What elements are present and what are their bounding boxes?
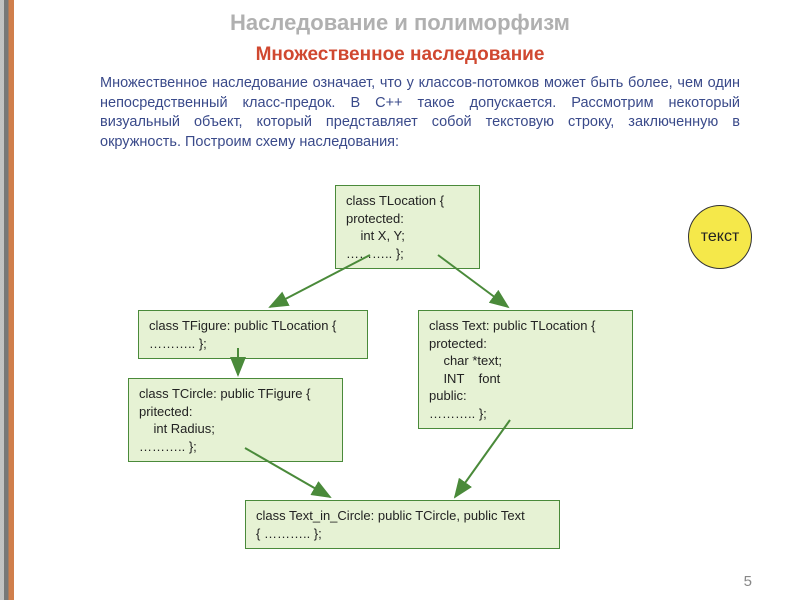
slide-number: 5 xyxy=(744,573,752,590)
inheritance-diagram: class TLocation { protected: int X, Y; …… xyxy=(0,0,800,600)
class-box-tfigure: class TFigure: public TLocation { ……….. … xyxy=(138,310,368,359)
circle-label: текст xyxy=(688,205,752,269)
class-box-text-in-circle: class Text_in_Circle: public TCircle, pu… xyxy=(245,500,560,549)
arrow-text-textincircle xyxy=(455,420,510,497)
class-box-tcircle: class TCircle: public TFigure { pritecte… xyxy=(128,378,343,462)
class-box-text: class Text: public TLocation { protected… xyxy=(418,310,633,429)
class-box-tlocation: class TLocation { protected: int X, Y; …… xyxy=(335,185,480,269)
